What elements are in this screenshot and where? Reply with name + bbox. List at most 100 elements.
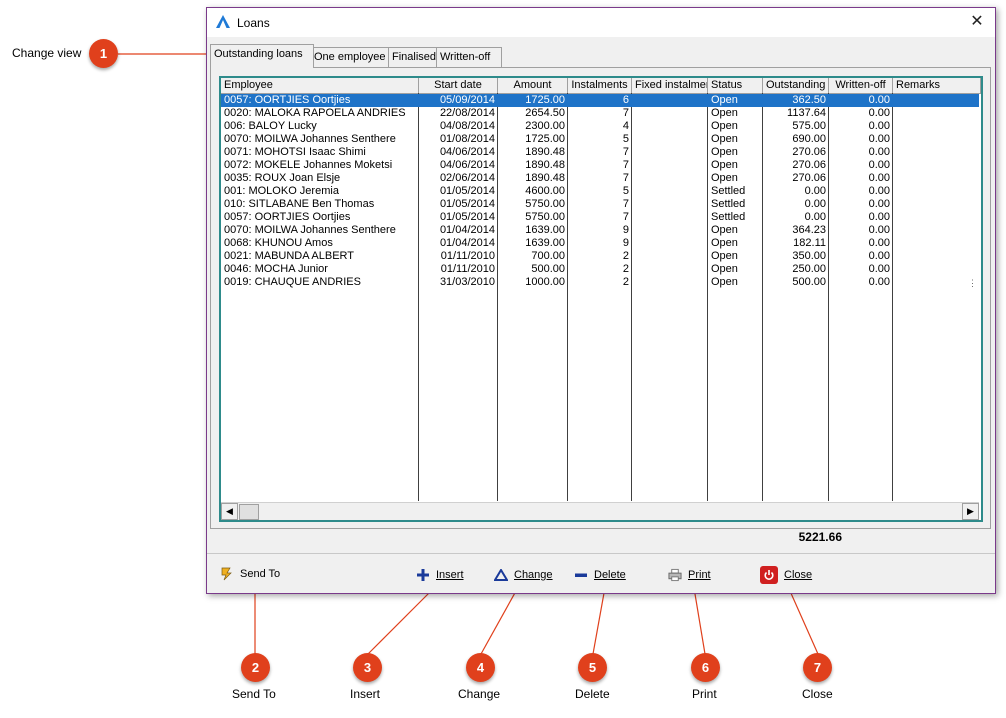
column-header-outstanding[interactable]: Outstanding [763,78,829,93]
column-header-fixed-instalment[interactable]: Fixed instalment [632,78,708,93]
table-row[interactable]: 001: MOLOKO Jeremia 01/05/2014 4600.00 5 Set… [221,185,979,198]
cell-instalments: 5 [622,185,629,197]
cell-instalments: 9 [622,224,629,236]
cell-amount: 1725.00 [525,94,565,106]
scroll-thumb[interactable] [239,504,259,520]
cell-status: Settled [711,198,746,210]
cell-start-date: 01/08/2014 [439,133,495,145]
grid-vscroll-grip[interactable]: ⋮ [968,278,977,289]
table-row[interactable]: 0046: MOCHA Junior 01/11/2010 500.00 2 Open 2… [221,263,979,276]
cell-status: Open [711,276,738,288]
cell-written-off: 0.00 [868,250,890,262]
cell-fixed-instalment [632,211,708,224]
cell-employee: 006: BALOY Lucky [224,120,317,132]
cell-fixed-instalment [632,250,708,263]
cell-employee: 0070: MOILWA Johannes Senthere [224,224,396,236]
cell-instalments: 7 [622,159,629,171]
cell-status: Open [711,250,738,262]
cell-status: Settled [711,211,746,223]
cell-start-date: 01/11/2010 [440,250,495,262]
table-row[interactable]: 010: SITLABANE Ben Thomas 01/05/2014 5750.… [221,198,979,211]
scroll-left-icon[interactable]: ◀ [221,503,238,520]
table-row[interactable]: 0035: ROUX Joan Elsje 02/06/2014 1890.48 7 O… [221,172,979,185]
cell-amount: 1639.00 [525,237,565,249]
cell-start-date: 01/11/2010 [440,263,495,275]
cell-status: Open [711,159,738,171]
scroll-right-icon[interactable]: ▶ [962,503,979,520]
cell-amount: 1890.48 [525,146,565,158]
loans-grid[interactable]: Employee Start date Amount Instalments Fixed… [219,76,983,522]
cell-status: Settled [711,185,746,197]
column-header-start-date[interactable]: Start date [419,78,498,93]
close-button[interactable]: Close [760,565,812,585]
column-header-written-off[interactable]: Written-off [829,78,893,93]
table-row[interactable]: 0057: OORTJIES Oortjies 05/09/2014 1725.00… [221,94,979,107]
cell-start-date: 04/06/2014 [439,146,495,158]
cell-outstanding: 0.00 [804,185,826,197]
cell-start-date: 01/05/2014 [439,185,495,197]
cell-remarks [893,94,981,107]
change-button[interactable]: Change [494,565,553,585]
cell-start-date: 31/03/2010 [439,276,495,288]
tab-outstanding-loans[interactable]: Outstanding loans [210,44,314,68]
table-row[interactable]: 006: BALOY Lucky 04/08/2014 2300.00 4 Open 57… [221,120,979,133]
cell-instalments: 7 [622,107,629,119]
tab-finalised[interactable]: Finalised [388,47,440,67]
cell-fixed-instalment [632,159,708,172]
triangle-icon [494,568,508,582]
table-row[interactable]: 0057: OORTJIES Oortjies 01/05/2014 5750.00… [221,211,979,224]
cell-amount: 4600.00 [525,185,565,197]
column-header-employee[interactable]: Employee [221,78,419,93]
cell-status: Open [711,120,738,132]
cell-amount: 5750.00 [525,211,565,223]
cell-amount: 1890.48 [525,172,565,184]
cell-written-off: 0.00 [868,224,890,236]
cell-amount: 2654.50 [525,107,565,119]
column-header-remarks[interactable]: Remarks [893,78,981,93]
column-header-instalments[interactable]: Instalments [568,78,632,93]
cell-outstanding: 364.23 [792,224,826,236]
cell-outstanding: 0.00 [804,198,826,210]
table-row[interactable]: 0071: MOHOTSI Isaac Shimi 04/06/2014 1890.… [221,146,979,159]
table-row[interactable]: 0070: MOILWA Johannes Senthere 01/04/2014… [221,224,979,237]
callout-badge-4: 4 [466,653,495,682]
cell-fixed-instalment [632,276,708,289]
cell-instalments: 7 [622,198,629,210]
column-header-status[interactable]: Status [708,78,763,93]
send-to-label: Send To [240,568,281,580]
cell-written-off: 0.00 [868,146,890,158]
table-row[interactable]: 0019: CHAUQUE ANDRIES 31/03/2010 1000.00 2 O… [221,276,979,289]
insert-button[interactable]: Insert [416,565,464,585]
tab-written-off[interactable]: Written-off [436,47,502,67]
window-close-icon[interactable]: ✕ [965,11,989,33]
horizontal-scrollbar[interactable]: ◀ ▶ [221,502,979,520]
loans-window: Loans ✕ Outstanding loans One employee F… [206,7,996,594]
print-button[interactable]: Print [668,565,711,585]
table-row[interactable]: 0070: MOILWA Johannes Senthere 01/08/2014… [221,133,979,146]
send-to-button[interactable]: Send To [220,564,280,584]
cell-remarks [893,172,981,185]
cell-remarks [893,133,981,146]
cell-written-off: 0.00 [868,211,890,223]
cell-written-off: 0.00 [868,198,890,210]
callout-badge-2: 2 [241,653,270,682]
cell-remarks [893,224,981,237]
cell-written-off: 0.00 [868,237,890,249]
tab-one-employee[interactable]: One employee [310,47,392,67]
table-row[interactable]: 0020: MALOKA RAPOELA ANDRIES 22/08/2014 26… [221,107,979,120]
cell-amount: 5750.00 [525,198,565,210]
delete-button[interactable]: Delete [574,565,626,585]
column-header-amount[interactable]: Amount [498,78,568,93]
callout-label-delete: Delete [575,687,610,701]
cell-written-off: 0.00 [868,185,890,197]
cell-outstanding: 182.11 [793,237,826,249]
cell-instalments: 5 [622,133,629,145]
table-row[interactable]: 0068: KHUNOU Amos 01/04/2014 1639.00 9 Open 1… [221,237,979,250]
callout-badge-6: 6 [691,653,720,682]
cell-remarks [893,237,981,250]
cell-employee: 0071: MOHOTSI Isaac Shimi [224,146,366,158]
cell-instalments: 6 [622,94,629,106]
table-row[interactable]: 0021: MABUNDA ALBERT 01/11/2010 700.00 2 Ope… [221,250,979,263]
cell-employee: 010: SITLABANE Ben Thomas [224,198,375,210]
table-row[interactable]: 0072: MOKELE Johannes Moketsi 04/06/2014 1… [221,159,979,172]
